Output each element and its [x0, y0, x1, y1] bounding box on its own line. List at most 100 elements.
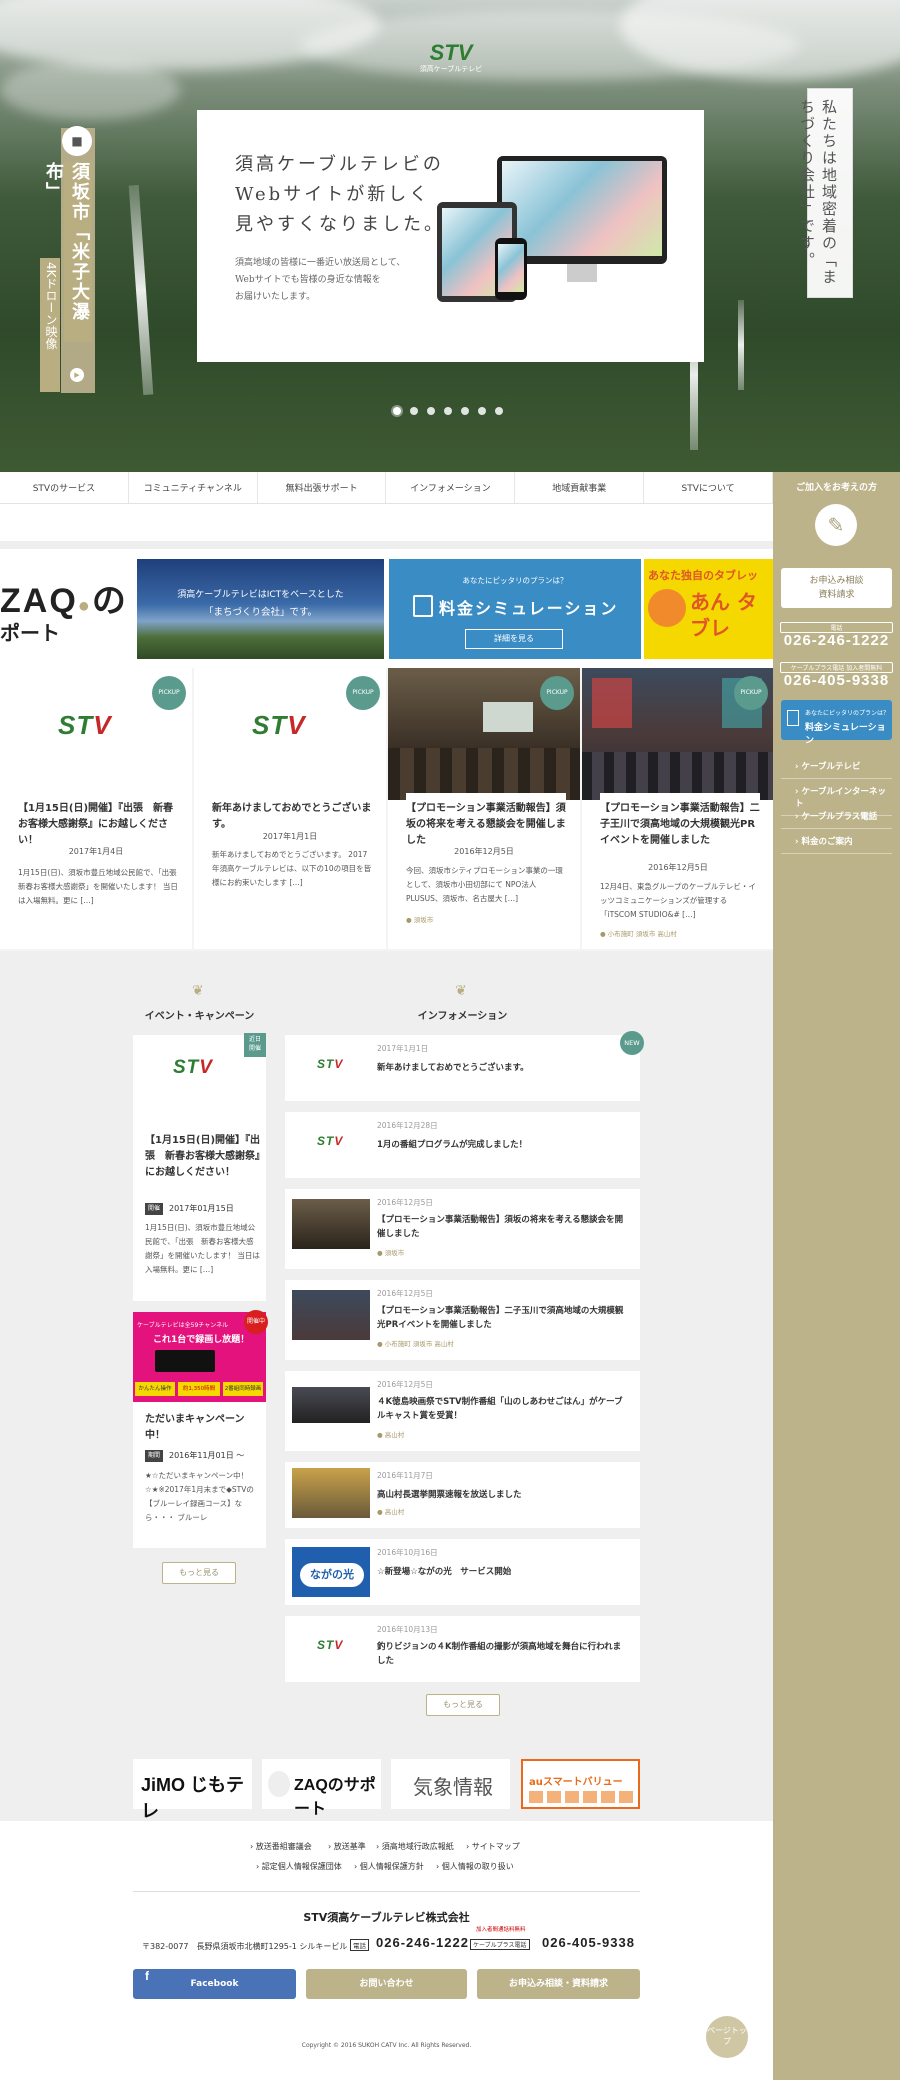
pickup-title[interactable]: 【プロモーション事業活動報告】二子王川で須高地域の大規模観光PRイベントを開催し…: [600, 793, 760, 849]
pickup-body: 今回、須坂市シティプロモーション事業の一環として、須坂市小田切部にて NPO法人…: [406, 866, 563, 903]
info-item[interactable]: 2016年12月5日 【プロモーション事業活動報告】二子玉川で須高地域の大規模観…: [285, 1280, 640, 1360]
info-tag: ● 須坂市: [377, 1249, 405, 1257]
sidebar-apply-button[interactable]: お申込み相談 資料請求: [781, 568, 892, 608]
pickup-badge: PICKUP: [734, 676, 768, 710]
banner-tablet-small: あなた独自のタブレッ: [648, 569, 758, 582]
footer-link[interactable]: › 個人情報保護方針: [354, 1861, 424, 1872]
banner-tablet[interactable]: あなた独自のタブレッ あん タブレ: [644, 559, 773, 659]
sidebar-tel[interactable]: 026-246-1222: [780, 632, 893, 649]
event-card[interactable]: ケーブルテレビは全59チャンネル これ1台で録画し放題！ かんたん操作 約1,3…: [133, 1310, 268, 1548]
slider-dot[interactable]: [495, 407, 503, 415]
stv-logo[interactable]: STV: [420, 40, 482, 66]
facebook-button[interactable]: f Facebook: [133, 1969, 296, 1999]
info-title[interactable]: 【プロモーション事業活動報告】須坂の将来を考える懇談会を開催しました: [377, 1213, 627, 1241]
footer-link[interactable]: › 放送基準: [328, 1841, 366, 1852]
pickup-card[interactable]: STV PICKUP 新年あけましておめでとうございます。 2017年1月1日 …: [194, 668, 386, 949]
info-date: 2016年12月28日: [377, 1121, 438, 1130]
slider-dot[interactable]: [444, 407, 452, 415]
banner-sim-button[interactable]: 詳細を見る: [465, 629, 563, 649]
contact-button[interactable]: お問い合わせ: [306, 1969, 467, 1999]
banner-simulation[interactable]: あなたにピッタリのプランは？ 料金シミュレーション 詳細を見る: [389, 559, 641, 659]
footer-divider: [133, 1891, 640, 1892]
footer-link[interactable]: › 認定個人情報保護団体: [256, 1861, 342, 1872]
apply-button[interactable]: お申込み相談・資料請求: [477, 1969, 640, 1999]
spacer-band: [0, 505, 773, 549]
footer-link[interactable]: › サイトマップ: [466, 1841, 520, 1852]
event-body: ★☆ただいまキャンペーン中！☆★※2017年1月末まで◆STVの【ブルーレイ録画…: [145, 1471, 254, 1522]
logo-zaq[interactable]: ZAQのサポート: [262, 1759, 381, 1818]
nav-item-free-support[interactable]: 無料出張サポート: [258, 472, 387, 503]
nav-item-community-channel[interactable]: コミュニティチャンネル: [129, 472, 258, 503]
sidebar-title: ご加入をお考えの方: [795, 483, 877, 493]
info-item[interactable]: 2016年12月5日 【プロモーション事業活動報告】須坂の将来を考える懇談会を開…: [285, 1189, 640, 1269]
pickup-card[interactable]: PICKUP 【プロモーション事業活動報告】二子王川で須高地域の大規模観光PRイ…: [582, 668, 774, 949]
event-title[interactable]: 【1月15日(日)開催】『出張 新春お客様大感謝祭』にお越しください！: [145, 1133, 260, 1181]
video-tab-subtitle[interactable]: 4Kドローン映像: [40, 258, 60, 392]
pickup-date: 2017年1月1日: [262, 832, 318, 841]
logo-jimo[interactable]: JiMO じもテレ: [133, 1759, 252, 1821]
sidebar-sim-small: あなたにピッタリのプランは？: [805, 710, 890, 717]
info-title[interactable]: 釣りビジョンの４K制作番組の撮影が須高地域を舞台に行われました: [377, 1640, 627, 1668]
info-title[interactable]: 【プロモーション事業活動報告】二子玉川で須高地域の大規模観光PRイベントを開催し…: [377, 1304, 627, 1332]
info-item[interactable]: 2016年11月7日 高山村長選挙開票速報を放送しました ● 高山村: [285, 1462, 640, 1528]
info-item[interactable]: ながの光 2016年10月16日 ☆新登場☆ながの光 サービス開始: [285, 1539, 640, 1605]
slider-dot[interactable]: [461, 407, 469, 415]
banner-tablet-big: あん タブレ: [690, 590, 757, 640]
info-item[interactable]: STV 2017年1月1日 新年あけましておめでとうございます。 NEW: [285, 1031, 644, 1101]
event-badge: 近日開催: [244, 1033, 266, 1057]
logo-au-smart-value[interactable]: auスマートバリュー: [521, 1759, 640, 1809]
footer-cp-label: ケーブルプラス電話: [470, 1939, 530, 1950]
info-title[interactable]: 新年あけましておめでとうございます。: [377, 1061, 627, 1075]
page-top-button[interactable]: ページトップ: [706, 2016, 748, 2058]
info-title[interactable]: ４K徳島映画祭でSTV制作番組「山のしあわせごはん」がケーブルキャスト賞を受賞！: [377, 1395, 627, 1423]
pickup-title[interactable]: 新年あけましておめでとうございます。: [212, 793, 372, 833]
info-title[interactable]: ☆新登場☆ながの光 サービス開始: [377, 1565, 627, 1579]
banner-machizukuri[interactable]: 須高ケーブルテレビはICTをベースとした 「まちづくり会社」です。: [137, 559, 384, 659]
footer-link[interactable]: › 須高地域行政広報紙: [376, 1841, 454, 1852]
info-item[interactable]: 2016年12月5日 ４K徳島映画祭でSTV制作番組「山のしあわせごはん」がケー…: [285, 1371, 640, 1451]
stv-logo: STV: [317, 1638, 344, 1652]
info-more-button[interactable]: もっと見る: [426, 1694, 500, 1716]
footer-link[interactable]: › 個人情報の取り扱い: [436, 1861, 514, 1872]
pickup-tag: ● 小布施町 須坂市 高山村: [600, 930, 677, 938]
logo-weather[interactable]: 気象情報: [391, 1759, 510, 1809]
sidebar-link-pricing[interactable]: › 料金のご案内: [781, 829, 892, 854]
info-thumbnail: [292, 1199, 370, 1249]
play-icon[interactable]: ▶: [70, 368, 84, 382]
sidebar-cp-tel[interactable]: 026-405-9338: [780, 672, 893, 689]
slider-dot[interactable]: [410, 407, 418, 415]
pickup-title[interactable]: 【1月15日(日)開催】『出張 新春お客様大感謝祭』にお越しください！: [18, 793, 178, 849]
info-title[interactable]: 高山村長選挙開票速報を放送しました: [377, 1488, 627, 1502]
info-item[interactable]: STV 2016年10月13日 釣りビジョンの４K制作番組の撮影が須高地域を舞台…: [285, 1616, 640, 1682]
pickup-card[interactable]: STV PICKUP 【1月15日(日)開催】『出張 新春お客様大感謝祭』にお越…: [0, 668, 192, 949]
pickup-title[interactable]: 【プロモーション事業活動報告】須坂の将来を考える懇談会を開催しました: [406, 793, 566, 849]
event-card[interactable]: STV 近日開催 【1月15日(日)開催】『出張 新春お客様大感謝祭』にお越しく…: [133, 1033, 266, 1301]
pickup-badge: PICKUP: [152, 676, 186, 710]
footer-link[interactable]: › 放送番組審議会: [250, 1841, 312, 1852]
nav-item-community-contribution[interactable]: 地域貢献事業: [515, 472, 645, 503]
info-title[interactable]: 1月の番組プログラムが完成しました！: [377, 1138, 627, 1152]
event-title[interactable]: ただいまキャンペーン中！: [145, 1412, 260, 1444]
video-tab-title[interactable]: 須坂市「米子大瀑布」: [43, 162, 92, 342]
slider-dot[interactable]: [478, 407, 486, 415]
nav-item-information[interactable]: インフォメーション: [386, 472, 516, 503]
slider-dot[interactable]: [427, 407, 435, 415]
footer-tel: 026-246-1222: [376, 1935, 469, 1950]
recorder-device-icon: [155, 1350, 215, 1372]
events-more-button[interactable]: もっと見る: [162, 1562, 236, 1584]
nav-item-about[interactable]: STVについて: [644, 472, 773, 503]
slider-dot[interactable]: [393, 407, 401, 415]
nav-item-services[interactable]: STVのサービス: [0, 472, 129, 503]
mascot-icon: [648, 589, 686, 627]
campaign-feature-c: 2番組同時録画: [223, 1382, 263, 1396]
pickup-card[interactable]: PICKUP 【プロモーション事業活動報告】須坂の将来を考える懇談会を開催しまし…: [388, 668, 580, 949]
campaign-line2: これ1台で録画し放題！: [153, 1335, 250, 1345]
event-date: 2017年01月15日: [169, 1204, 234, 1213]
banner-zaq[interactable]: ZAQ●の ポート: [0, 559, 134, 659]
sidebar-link-phone[interactable]: › ケーブルプラス電話: [781, 804, 892, 829]
sidebar-simulation-button[interactable]: あなたにピッタリのプランは？ 料金シミュレーション: [781, 700, 892, 746]
info-item[interactable]: STV 2016年12月28日 1月の番組プログラムが完成しました！: [285, 1112, 640, 1178]
sidebar-link-cable-tv[interactable]: › ケーブルテレビ: [781, 754, 892, 779]
slide-card[interactable]: 須高ケーブルテレビの Webサイトが新しく 見やすくなりました。 須高地域の皆様…: [197, 110, 704, 362]
tagline-vertical: 私たちは地域密着の「まちづくり会社」です。: [798, 88, 853, 298]
